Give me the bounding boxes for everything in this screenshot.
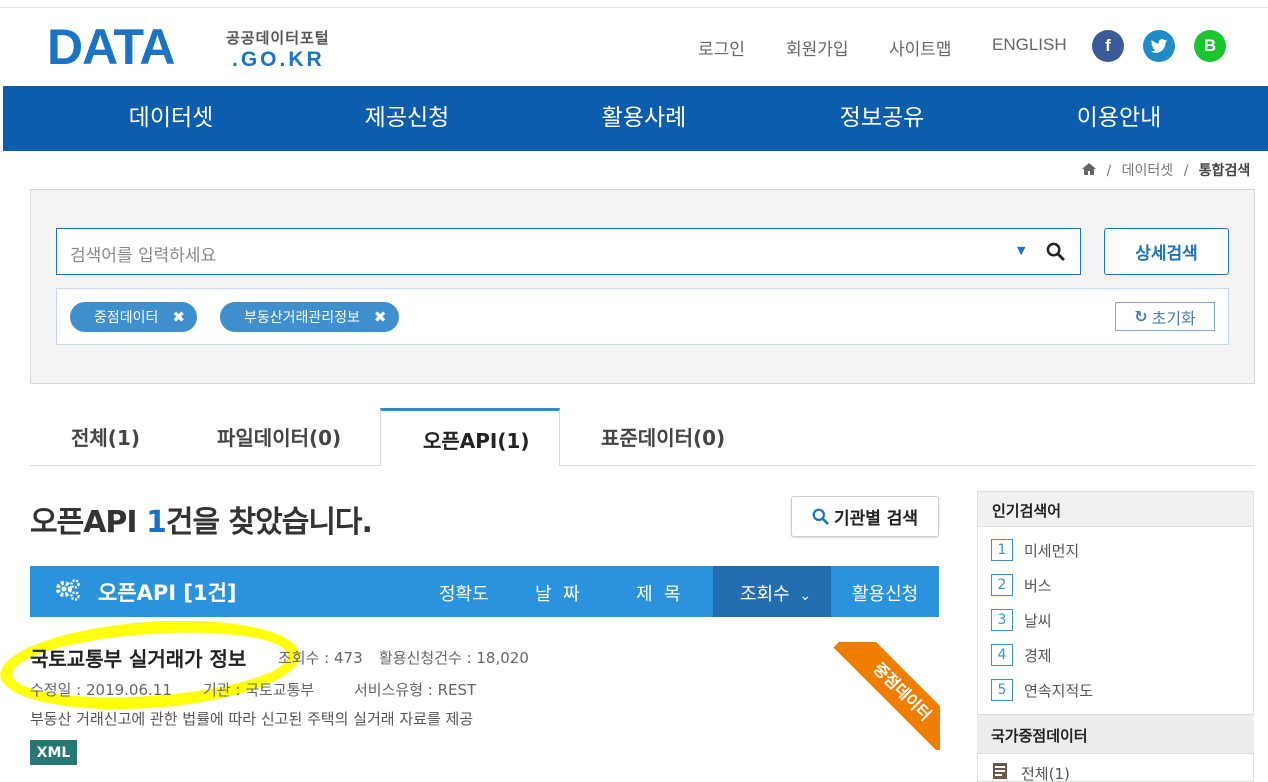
gears-icon: [54, 577, 82, 607]
rank-number: 4: [991, 644, 1013, 666]
nav-guide[interactable]: 이용안내: [1039, 86, 1199, 151]
document-icon: [991, 762, 1009, 782]
main-nav: 데이터셋 제공신청 활용사례 정보공유 이용안내: [3, 86, 1268, 151]
twitter-icon[interactable]: [1143, 30, 1175, 62]
item-views: 조회수 : 473: [278, 649, 363, 667]
sort-applications[interactable]: 활용신청: [852, 580, 918, 606]
chip-label: 중점데이터: [94, 310, 159, 326]
refresh-icon: ↻: [1134, 307, 1148, 326]
remove-icon[interactable]: ✖: [172, 308, 185, 326]
nav-cases[interactable]: 활용사례: [564, 86, 724, 151]
login-link[interactable]: 로그인: [698, 35, 745, 60]
item-agency: 기관 : 국토교통부: [203, 681, 315, 699]
home-icon[interactable]: [1082, 163, 1096, 179]
dropdown-caret-icon[interactable]: ▼: [1017, 244, 1025, 257]
breadcrumb-current: 통합검색: [1198, 163, 1251, 179]
signup-link[interactable]: 회원가입: [786, 35, 849, 60]
breadcrumb: / 데이터셋 / 통합검색: [1082, 160, 1250, 180]
popular-item[interactable]: 1 미세먼지: [991, 539, 1079, 561]
item-title[interactable]: 국토교통부 실거래가 정보: [30, 643, 246, 672]
rank-number: 2: [991, 574, 1013, 596]
logo[interactable]: DATA: [47, 22, 175, 72]
nav-dataset[interactable]: 데이터셋: [91, 86, 251, 151]
facebook-icon[interactable]: f: [1092, 30, 1124, 62]
chevron-down-icon: ⌄: [799, 588, 812, 604]
chip-label: 부동산거래관리정보: [244, 310, 360, 326]
nav-share[interactable]: 정보공유: [802, 86, 962, 151]
priority-ribbon: 중점데이터: [830, 642, 940, 750]
logo-subtitle: .GO.KR: [232, 48, 325, 71]
band-icon[interactable]: B: [1194, 30, 1226, 62]
popular-term: 연속지적도: [1024, 681, 1094, 700]
tab-open-api[interactable]: 오픈API(1): [423, 425, 530, 454]
item-modified-date: 수정일 : 2019.06.11: [30, 681, 172, 699]
format-badge: XML: [30, 740, 77, 765]
search-icon: [812, 508, 829, 525]
item-applications: 활용신청건수 : 18,020: [379, 649, 529, 667]
national-data-title: 국가중점데이터: [977, 714, 1254, 754]
sitemap-link[interactable]: 사이트맵: [889, 35, 952, 60]
agency-search-label: 기관별 검색: [833, 509, 919, 529]
agency-search-button[interactable]: 기관별 검색: [791, 496, 939, 537]
list-title: 오픈API [1건]: [98, 581, 237, 605]
english-link[interactable]: ENGLISH: [992, 35, 1067, 55]
filter-chip[interactable]: 중점데이터 ✖: [70, 302, 197, 332]
sort-accuracy[interactable]: 정확도: [439, 580, 489, 606]
popular-item[interactable]: 3 날씨: [991, 609, 1052, 631]
search-panel: [30, 189, 1255, 384]
reset-button[interactable]: ↻ 초기화: [1115, 302, 1215, 331]
tabs-baseline: [30, 465, 1255, 466]
logo-title: 공공데이터포털: [226, 29, 330, 47]
popular-term: 버스: [1024, 576, 1052, 595]
breadcrumb-dataset[interactable]: 데이터셋: [1122, 163, 1174, 179]
tab-all[interactable]: 전체(1): [71, 422, 140, 451]
popular-term: 경제: [1024, 646, 1052, 665]
top-line: [0, 0, 1268, 8]
sort-title[interactable]: 제 목: [636, 580, 681, 606]
rank-number: 5: [991, 679, 1013, 701]
item-description: 부동산 거래신고에 관한 법률에 따라 신고된 주택의 실거래 자료를 제공: [30, 710, 474, 728]
popular-title: 인기검색어: [977, 491, 1254, 527]
popular-term: 날씨: [1024, 611, 1052, 630]
remove-icon[interactable]: ✖: [374, 308, 387, 326]
result-title: 오픈API 1건을 찾았습니다.: [30, 505, 373, 540]
popular-item[interactable]: 5 연속지적도: [991, 679, 1093, 701]
tab-file-data[interactable]: 파일데이터(0): [217, 422, 341, 451]
nav-request[interactable]: 제공신청: [327, 86, 487, 151]
rank-number: 3: [991, 609, 1013, 631]
popular-item[interactable]: 4 경제: [991, 644, 1052, 666]
search-placeholder: 검색어를 입력하세요: [70, 246, 217, 266]
filter-chip[interactable]: 부동산거래관리정보 ✖: [220, 302, 399, 332]
item-service-type: 서비스유형 : REST: [354, 681, 477, 699]
reset-label: 초기화: [1151, 308, 1196, 328]
rank-number: 1: [991, 539, 1013, 561]
ribbon-label: 중점데이터: [833, 642, 940, 750]
national-all-link[interactable]: 전체(1): [991, 762, 1070, 782]
search-icon[interactable]: [1046, 242, 1065, 265]
tab-standard-data[interactable]: 표준데이터(0): [601, 422, 725, 451]
advanced-search-button[interactable]: 상세검색: [1104, 228, 1229, 275]
result-count: 1: [146, 505, 167, 540]
popular-term: 미세먼지: [1024, 541, 1080, 560]
national-all-label: 전체(1): [1021, 764, 1070, 782]
popular-item[interactable]: 2 버스: [991, 574, 1052, 596]
sort-views[interactable]: 조회수 ⌄: [740, 580, 811, 606]
sort-date[interactable]: 날 짜: [535, 580, 580, 606]
